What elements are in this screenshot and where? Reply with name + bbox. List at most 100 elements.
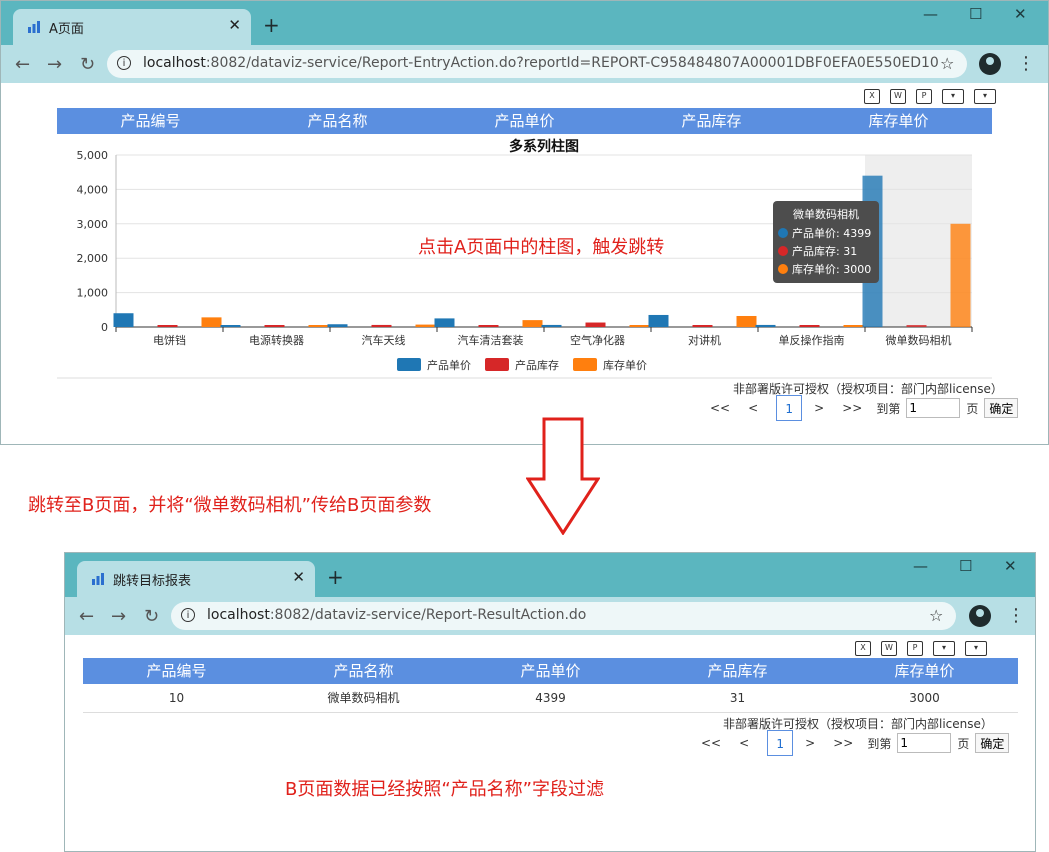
bar-库存单价[interactable] [629,325,650,327]
browser-window-a: A页面 ✕ + — ☐ ✕ ← → ↻ i localhost:8082/dat… [0,0,1049,445]
x-tick-label: 单反操作指南 [779,333,845,347]
current-page[interactable]: 1 [776,395,803,421]
bar-产品单价[interactable] [648,314,669,327]
goto-label: 到第 [876,401,901,416]
menu-kebab-icon[interactable]: ⋮ [1007,605,1025,626]
export-excel-icon[interactable]: X [864,89,880,104]
address-bar[interactable]: i localhost:8082/dataviz-service/Report-… [171,602,956,630]
page-number-input[interactable] [897,733,952,753]
tooltip-marker [778,246,788,256]
export-pdf-icon[interactable]: P [916,89,932,104]
confirm-button[interactable]: 确定 [975,733,1010,753]
close-window-icon[interactable]: ✕ [1014,5,1027,23]
bar-产品库存[interactable] [906,325,927,327]
print-preview-icon[interactable]: ▾ [974,89,996,104]
export-word-icon[interactable]: W [881,641,897,656]
prev-page-button[interactable]: < [748,401,758,415]
bar-产品单价[interactable] [755,324,776,327]
bar-库存单价[interactable] [736,315,757,327]
bar-库存单价[interactable] [950,223,971,327]
bar-库存单价[interactable] [522,320,543,327]
tab-strip: 跳转目标报表 ✕ + — ☐ ✕ [65,553,1035,597]
minimize-icon[interactable]: — [923,5,938,23]
print-icon[interactable]: ▾ [942,89,964,104]
export-toolbar: X W P ▾ ▾ [855,641,987,656]
legend-swatch [573,358,597,371]
page-number-input[interactable] [906,398,961,418]
chart-title: 多系列柱图 [509,138,579,155]
bar-产品库存[interactable] [799,325,820,327]
new-tab-icon[interactable]: + [263,13,280,37]
close-tab-icon[interactable]: ✕ [292,568,305,586]
tooltip-line: 产品单价: 4399 [792,226,871,240]
export-word-icon[interactable]: W [890,89,906,104]
last-page-button[interactable]: >> [833,736,853,750]
next-page-button[interactable]: > [805,736,815,750]
export-excel-icon[interactable]: X [855,641,871,656]
report-icon [28,21,40,33]
bar-库存单价[interactable] [415,324,436,327]
reload-icon[interactable]: ↻ [144,606,159,627]
x-tick-label: 对讲机 [688,333,721,347]
menu-kebab-icon[interactable]: ⋮ [1017,53,1035,74]
info-icon[interactable]: i [181,608,195,622]
y-tick-label: 5,000 [77,149,109,162]
profile-avatar[interactable] [979,53,1001,75]
col-product-name: 产品名称 [307,112,368,130]
first-page-button[interactable]: << [701,736,721,750]
confirm-button[interactable]: 确定 [984,398,1019,418]
bar-产品库存[interactable] [157,325,178,327]
bar-产品库存[interactable] [478,325,499,327]
filter-annotation: B页面数据已经按照“产品名称”字段过滤 [285,779,604,800]
info-icon[interactable]: i [117,56,131,70]
tab-a-page[interactable]: A页面 ✕ [13,9,251,45]
current-page[interactable]: 1 [767,730,794,756]
cell-product-id: 10 [168,691,185,705]
address-bar[interactable]: i localhost:8082/dataviz-service/Report-… [107,50,967,78]
maximize-icon[interactable]: ☐ [959,557,972,575]
bar-库存单价[interactable] [843,325,864,327]
bar-产品库存[interactable] [371,324,392,327]
bar-产品库存[interactable] [264,325,285,327]
bar-产品库存[interactable] [692,325,713,327]
bookmark-star-icon[interactable]: ☆ [929,606,943,625]
bar-库存单价[interactable] [308,325,329,327]
bar-产品单价[interactable] [434,318,455,327]
minimize-icon[interactable]: — [913,557,928,575]
close-window-icon[interactable]: ✕ [1004,557,1017,575]
url-text: localhost:8082/dataviz-service/Report-En… [143,55,939,71]
export-pdf-icon[interactable]: P [907,641,923,656]
maximize-icon[interactable]: ☐ [969,5,982,23]
print-icon[interactable]: ▾ [933,641,955,656]
col-stock-price: 库存单价 [868,112,929,130]
last-page-button[interactable]: >> [842,401,862,415]
first-page-button[interactable]: << [710,401,730,415]
report-header: 产品编号 产品名称 产品单价 产品库存 库存单价 [57,108,992,134]
prev-page-button[interactable]: < [739,736,749,750]
forward-icon[interactable]: → [47,54,62,75]
x-tick-label: 汽车天线 [362,333,406,347]
close-tab-icon[interactable]: ✕ [228,16,241,34]
print-preview-icon[interactable]: ▾ [965,641,987,656]
browser-toolbar: ← → ↻ i localhost:8082/dataviz-service/R… [65,597,1035,635]
pager: << < 1 > >> 到第 页 确定 [710,395,1019,421]
col-unit-price: 产品单价 [494,112,555,130]
bar-产品单价[interactable] [113,313,134,327]
profile-avatar[interactable] [969,605,991,627]
bar-库存单价[interactable] [201,317,222,327]
bar-产品单价[interactable] [541,324,562,327]
bar-产品库存[interactable] [585,322,606,327]
pager: << < 1 > >> 到第 页 确定 [701,730,1010,756]
forward-icon[interactable]: → [111,606,126,627]
bar-产品单价[interactable] [327,324,348,327]
bookmark-star-icon[interactable]: ☆ [940,54,954,73]
reload-icon[interactable]: ↻ [80,54,95,75]
bar-产品单价[interactable] [220,325,241,327]
back-icon[interactable]: ← [15,54,30,75]
col-product-name: 产品名称 [333,662,394,680]
tab-target-report[interactable]: 跳转目标报表 ✕ [77,561,315,597]
back-icon[interactable]: ← [79,606,94,627]
next-page-button[interactable]: > [814,401,824,415]
new-tab-icon[interactable]: + [327,565,344,589]
col-stock: 产品库存 [707,662,768,680]
